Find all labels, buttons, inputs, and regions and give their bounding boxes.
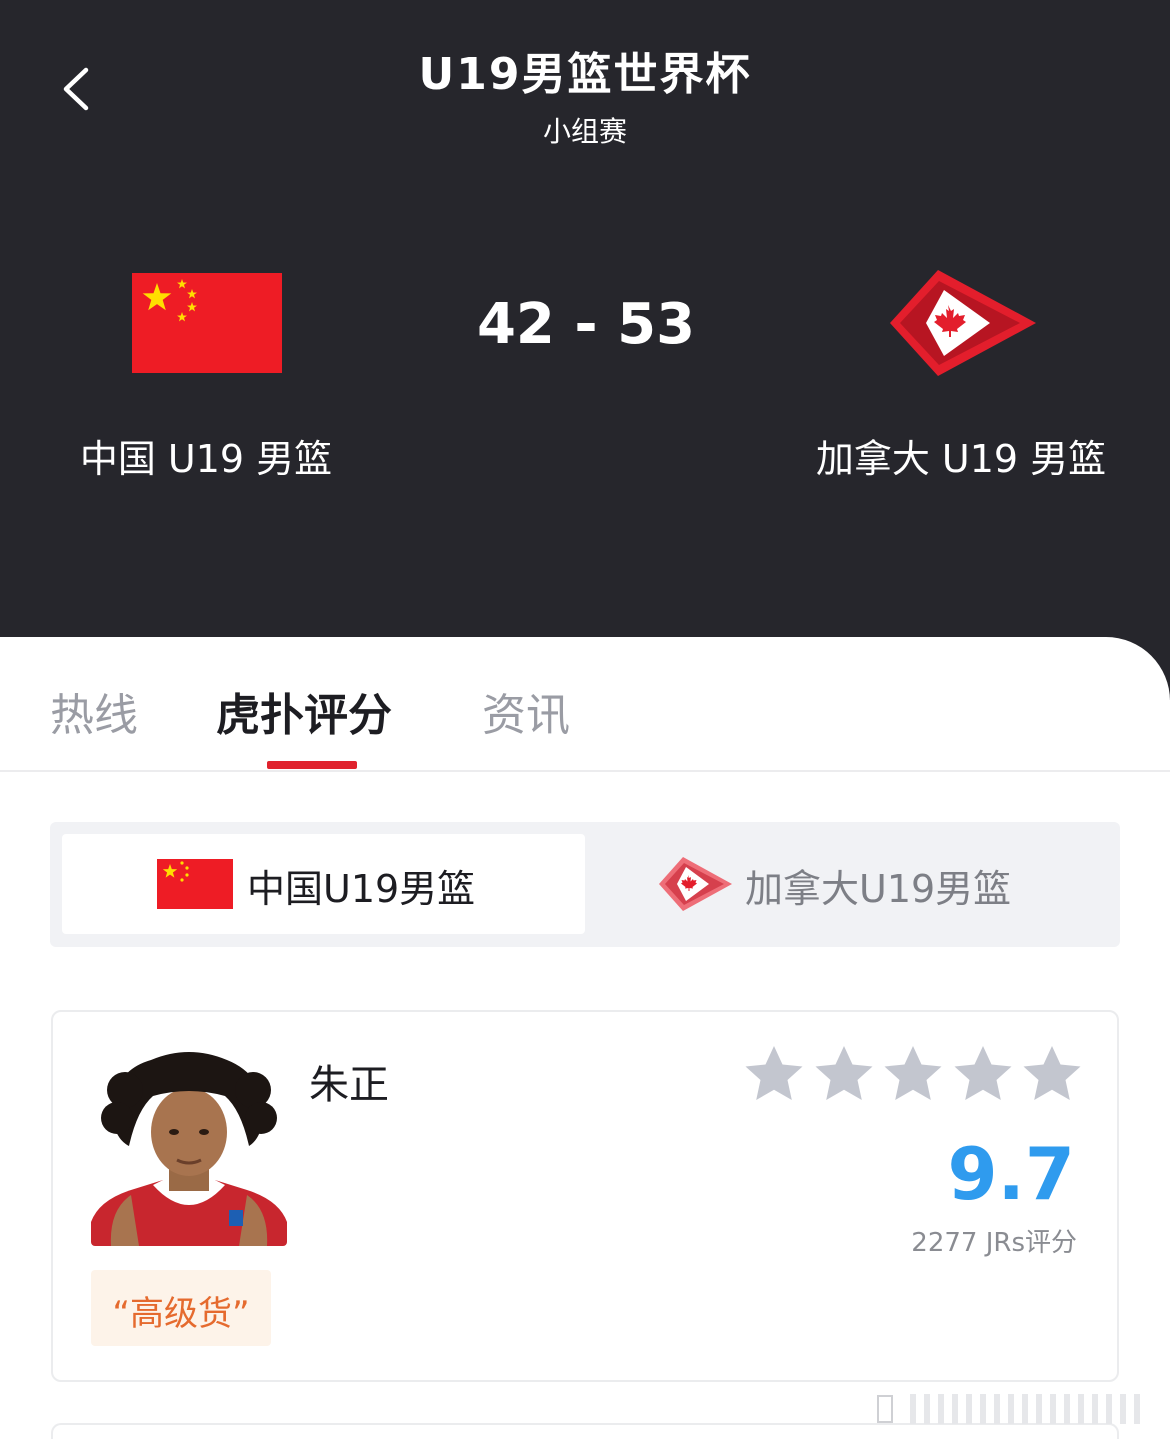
- player-avatar-icon: [91, 1050, 287, 1246]
- china-flag-icon: [132, 273, 282, 373]
- china-flag-icon: [157, 859, 233, 909]
- team-switch-home[interactable]: 中国U19男篮: [62, 834, 585, 934]
- away-team-name[interactable]: 加拿大 U19 男篮: [800, 428, 1122, 483]
- star-icon[interactable]: [743, 1044, 805, 1106]
- player-tag-text: “高级货”: [112, 1294, 250, 1334]
- player-rating-card[interactable]: 朱正 9.7 2277 JRs评分 “高级货”: [51, 1010, 1119, 1382]
- team-switcher: 中国U19男篮 加拿大U19男篮: [50, 822, 1120, 947]
- active-tab-indicator: [267, 761, 357, 769]
- tab-hotline[interactable]: 热线: [50, 679, 138, 743]
- player-photo: [91, 1050, 287, 1246]
- match-score: 42 - 53: [476, 292, 696, 357]
- team-switch-home-label: 中国U19男篮: [247, 867, 476, 911]
- tab-divider: [0, 770, 1170, 772]
- canada-flag-icon: [890, 270, 1036, 376]
- page-subtitle: 小组赛: [542, 115, 627, 148]
- rating-count: 2277 JRs评分: [911, 1228, 1077, 1258]
- team-switch-away[interactable]: 加拿大U19男篮: [585, 834, 1108, 934]
- star-icon[interactable]: [952, 1044, 1014, 1106]
- player-rating-score: 9.7: [947, 1132, 1075, 1216]
- match-header: U19男篮世界杯 小组赛 42 - 53 中国 U19 男篮 加拿大 U19 男…: [0, 0, 1170, 700]
- content-panel: 热线 虎扑评分 资讯 中国U19男篮 加拿大U19男篮 朱正 9.7 2277 …: [0, 637, 1170, 1439]
- star-rating-input[interactable]: [743, 1044, 1083, 1106]
- page-title: U19男篮世界杯: [418, 49, 752, 100]
- away-team-logo[interactable]: [886, 268, 1038, 378]
- tab-news[interactable]: 资讯: [482, 679, 570, 743]
- star-icon[interactable]: [882, 1044, 944, 1106]
- watermark-icon: [877, 1394, 1140, 1424]
- canada-flag-icon: [659, 857, 732, 911]
- star-icon[interactable]: [813, 1044, 875, 1106]
- team-switch-away-label: 加拿大U19男篮: [745, 867, 1012, 911]
- watermark: [870, 1388, 1160, 1428]
- star-icon[interactable]: [1021, 1044, 1083, 1106]
- player-tag-badge: “高级货”: [91, 1270, 271, 1346]
- tab-rating[interactable]: 虎扑评分: [216, 679, 392, 743]
- home-team-name[interactable]: 中国 U19 男篮: [60, 428, 352, 483]
- home-team-logo[interactable]: [132, 273, 282, 373]
- player-name: 朱正: [309, 1062, 389, 1108]
